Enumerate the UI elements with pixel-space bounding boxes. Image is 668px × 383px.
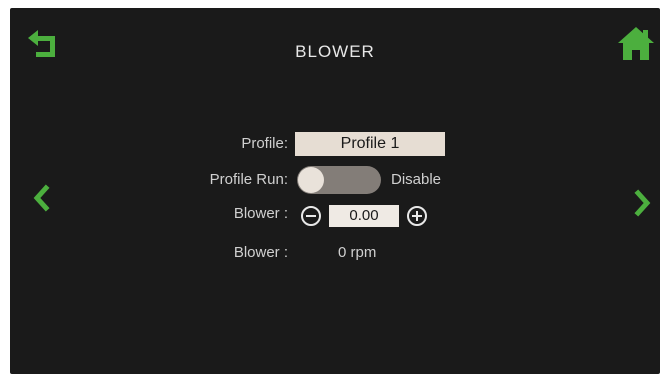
profile-run-state: Disable [391,171,442,188]
chevron-left-icon [33,184,50,212]
blower-speed-value: 0 rpm [338,244,377,261]
blower-screen: BLOWER Profile: Profile 1 Profile Run: D… [10,8,660,374]
previous-page-button[interactable] [30,183,54,213]
home-icon [618,27,654,60]
blower-speed-label: Blower : [233,244,288,261]
profile-run-label: Profile Run: [209,171,288,188]
toggle-knob [298,167,324,193]
increment-button[interactable] [406,205,428,227]
blower-setpoint-label: Blower : [233,205,288,222]
plus-circle-icon [407,206,427,226]
profile-label: Profile: [241,135,288,152]
blower-setpoint-input[interactable]: 0.00 [329,205,399,227]
decrement-button[interactable] [300,205,322,227]
home-button[interactable] [616,24,656,64]
next-page-button[interactable] [630,188,654,218]
minus-circle-icon [301,206,321,226]
chevron-right-icon [634,189,651,217]
page-title: BLOWER [295,42,375,61]
profile-run-toggle[interactable] [297,166,381,194]
profile-select[interactable]: Profile 1 [295,132,445,156]
